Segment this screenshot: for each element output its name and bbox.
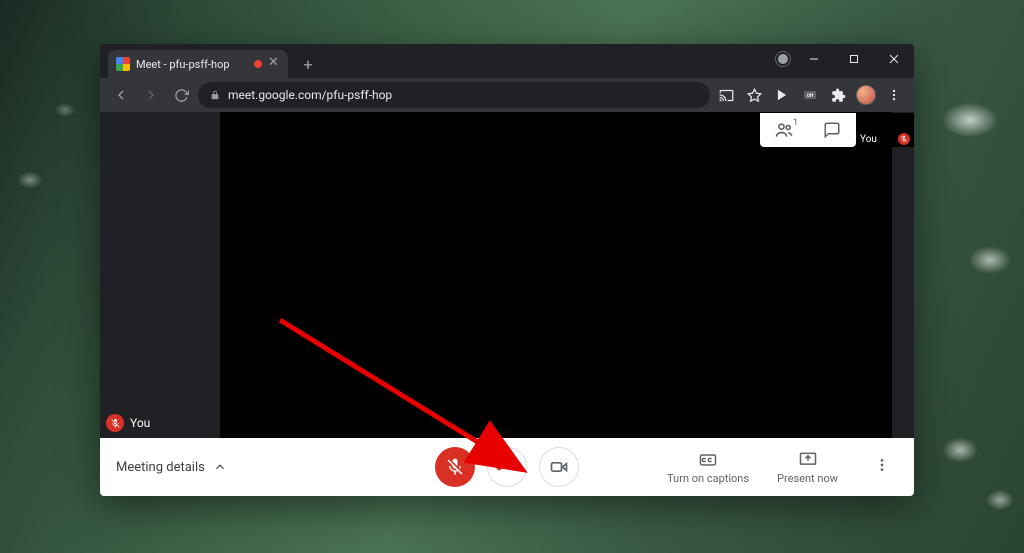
extensions-puzzle-icon[interactable] [826, 83, 850, 107]
mic-off-icon [445, 457, 465, 477]
cast-icon[interactable] [714, 83, 738, 107]
meeting-details-button[interactable]: Meeting details [116, 460, 227, 475]
svg-text:Off: Off [807, 93, 814, 99]
meet-favicon-icon [116, 57, 130, 71]
self-thumbnail[interactable]: You [856, 113, 914, 147]
participants-button[interactable]: 1 [760, 113, 808, 147]
new-tab-button[interactable]: + [296, 52, 320, 76]
tab-close-button[interactable]: ✕ [268, 58, 280, 70]
reload-button[interactable] [168, 82, 194, 108]
star-icon[interactable] [742, 83, 766, 107]
tab-title: Meet - pfu-psff-hop [136, 58, 248, 71]
page-viewport: 1 You You Meeting details [100, 112, 914, 496]
video-area: 1 You You [100, 112, 914, 438]
self-label-text: You [130, 416, 150, 430]
camera-toggle-button[interactable] [539, 447, 579, 487]
extension-tag-icon[interactable] [770, 83, 794, 107]
extension-off-icon[interactable]: Off [798, 83, 822, 107]
browser-titlebar: Meet - pfu-psff-hop ✕ + [100, 44, 914, 78]
left-gutter [100, 112, 220, 438]
thumbnail-label: You [860, 134, 877, 145]
profile-avatar[interactable] [854, 83, 878, 107]
thumbnail-mic-muted-icon [898, 133, 910, 145]
minimize-button[interactable] [794, 44, 834, 74]
back-button[interactable] [108, 82, 134, 108]
maximize-button[interactable] [834, 44, 874, 74]
center-controls [435, 447, 579, 487]
chat-button[interactable] [808, 113, 856, 147]
chevron-up-icon [213, 460, 227, 474]
participants-count: 1 [793, 118, 798, 128]
lock-icon [210, 89, 220, 101]
right-gutter [892, 112, 914, 438]
chrome-window: Meet - pfu-psff-hop ✕ + [100, 44, 914, 496]
right-actions: Turn on captions Present now [667, 449, 898, 485]
more-vert-icon [874, 457, 890, 473]
self-label-overlay: You [106, 414, 150, 432]
url-text: meet.google.com/pfu-psff-hop [228, 88, 392, 102]
self-mic-muted-icon [106, 414, 124, 432]
leave-call-button[interactable] [487, 447, 527, 487]
window-controls [794, 44, 914, 74]
camera-icon [549, 457, 569, 477]
recording-indicator-icon [254, 60, 262, 68]
chrome-menu-button[interactable] [882, 83, 906, 107]
browser-toolbar: meet.google.com/pfu-psff-hop Off [100, 78, 914, 112]
present-label: Present now [777, 472, 838, 485]
bottom-toolbar: Meeting details Turn on captions [100, 438, 914, 496]
forward-button[interactable] [138, 82, 164, 108]
browser-tab[interactable]: Meet - pfu-psff-hop ✕ [108, 50, 288, 78]
meeting-details-label: Meeting details [116, 460, 205, 475]
top-right-panel: 1 [760, 113, 856, 147]
address-bar[interactable]: meet.google.com/pfu-psff-hop [198, 82, 710, 108]
hangup-icon [496, 456, 518, 478]
present-icon [798, 450, 818, 470]
more-options-button[interactable] [866, 449, 898, 485]
close-window-button[interactable] [874, 44, 914, 74]
account-indicator-icon[interactable] [778, 54, 788, 64]
present-button[interactable]: Present now [777, 450, 838, 485]
microphone-toggle-button[interactable] [435, 447, 475, 487]
captions-icon [698, 450, 718, 470]
captions-label: Turn on captions [667, 472, 749, 485]
captions-button[interactable]: Turn on captions [667, 450, 749, 485]
